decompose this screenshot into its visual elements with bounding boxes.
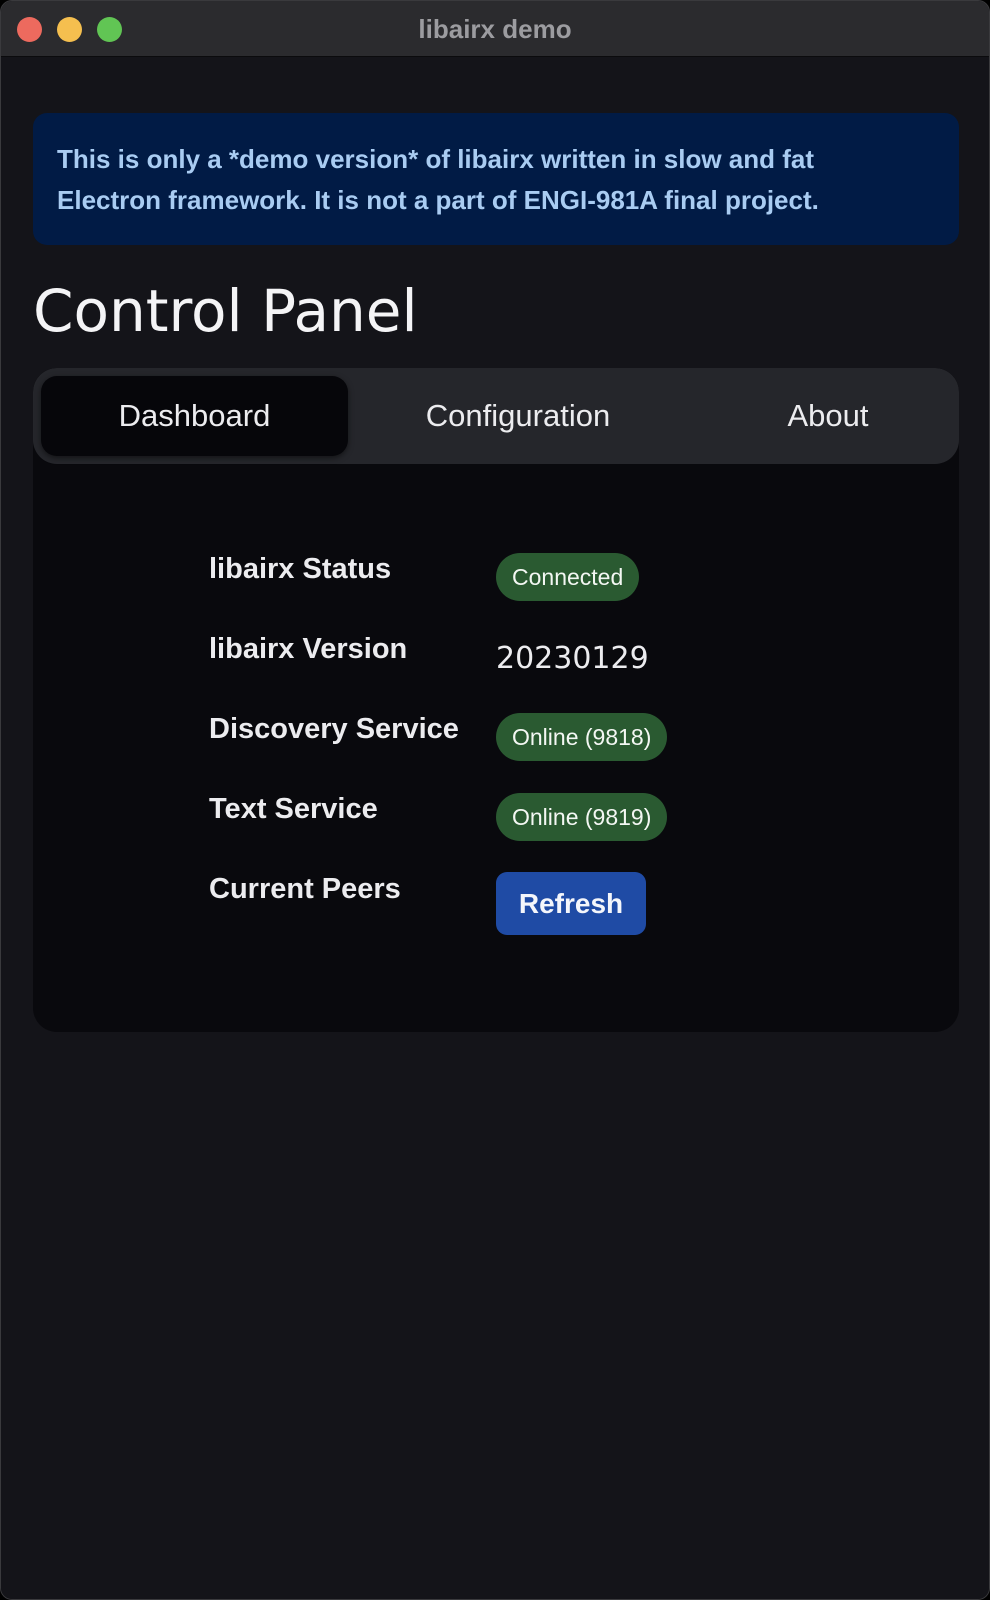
tab-dashboard[interactable]: Dashboard <box>41 376 348 456</box>
tab-bar: Dashboard Configuration About <box>33 368 959 464</box>
text-service-badge: Online (9819) <box>496 793 668 841</box>
window-title: libairx demo <box>418 14 572 44</box>
version-label: libairx Version <box>209 633 408 665</box>
text-service-label: Text Service <box>209 793 378 825</box>
discovery-service-badge: Online (9818) <box>496 713 668 761</box>
current-peers-label: Current Peers <box>209 873 401 905</box>
tab-about[interactable]: About <box>713 376 943 456</box>
demo-notice-banner: This is only a *demo version* of libairx… <box>33 113 959 245</box>
refresh-button[interactable]: Refresh <box>496 872 646 935</box>
app-window: libairx demo This is only a *demo versio… <box>0 0 990 1600</box>
discovery-service-label: Discovery Service <box>209 713 459 745</box>
status-badge: Connected <box>496 553 640 601</box>
status-label: libairx Status <box>209 553 392 585</box>
version-value: 20230129 <box>496 641 649 676</box>
banner-line-2: Electron framework. It is not a part of … <box>57 185 819 215</box>
banner-line-1: This is only a *demo version* of libairx… <box>57 144 815 174</box>
main-content: This is only a *demo version* of libairx… <box>1 57 989 1599</box>
page-title: Control Panel <box>33 277 418 345</box>
tab-configuration[interactable]: Configuration <box>363 376 673 456</box>
title-bar: libairx demo <box>1 1 989 57</box>
tab-panel: Dashboard Configuration About libairx St… <box>33 368 959 1032</box>
